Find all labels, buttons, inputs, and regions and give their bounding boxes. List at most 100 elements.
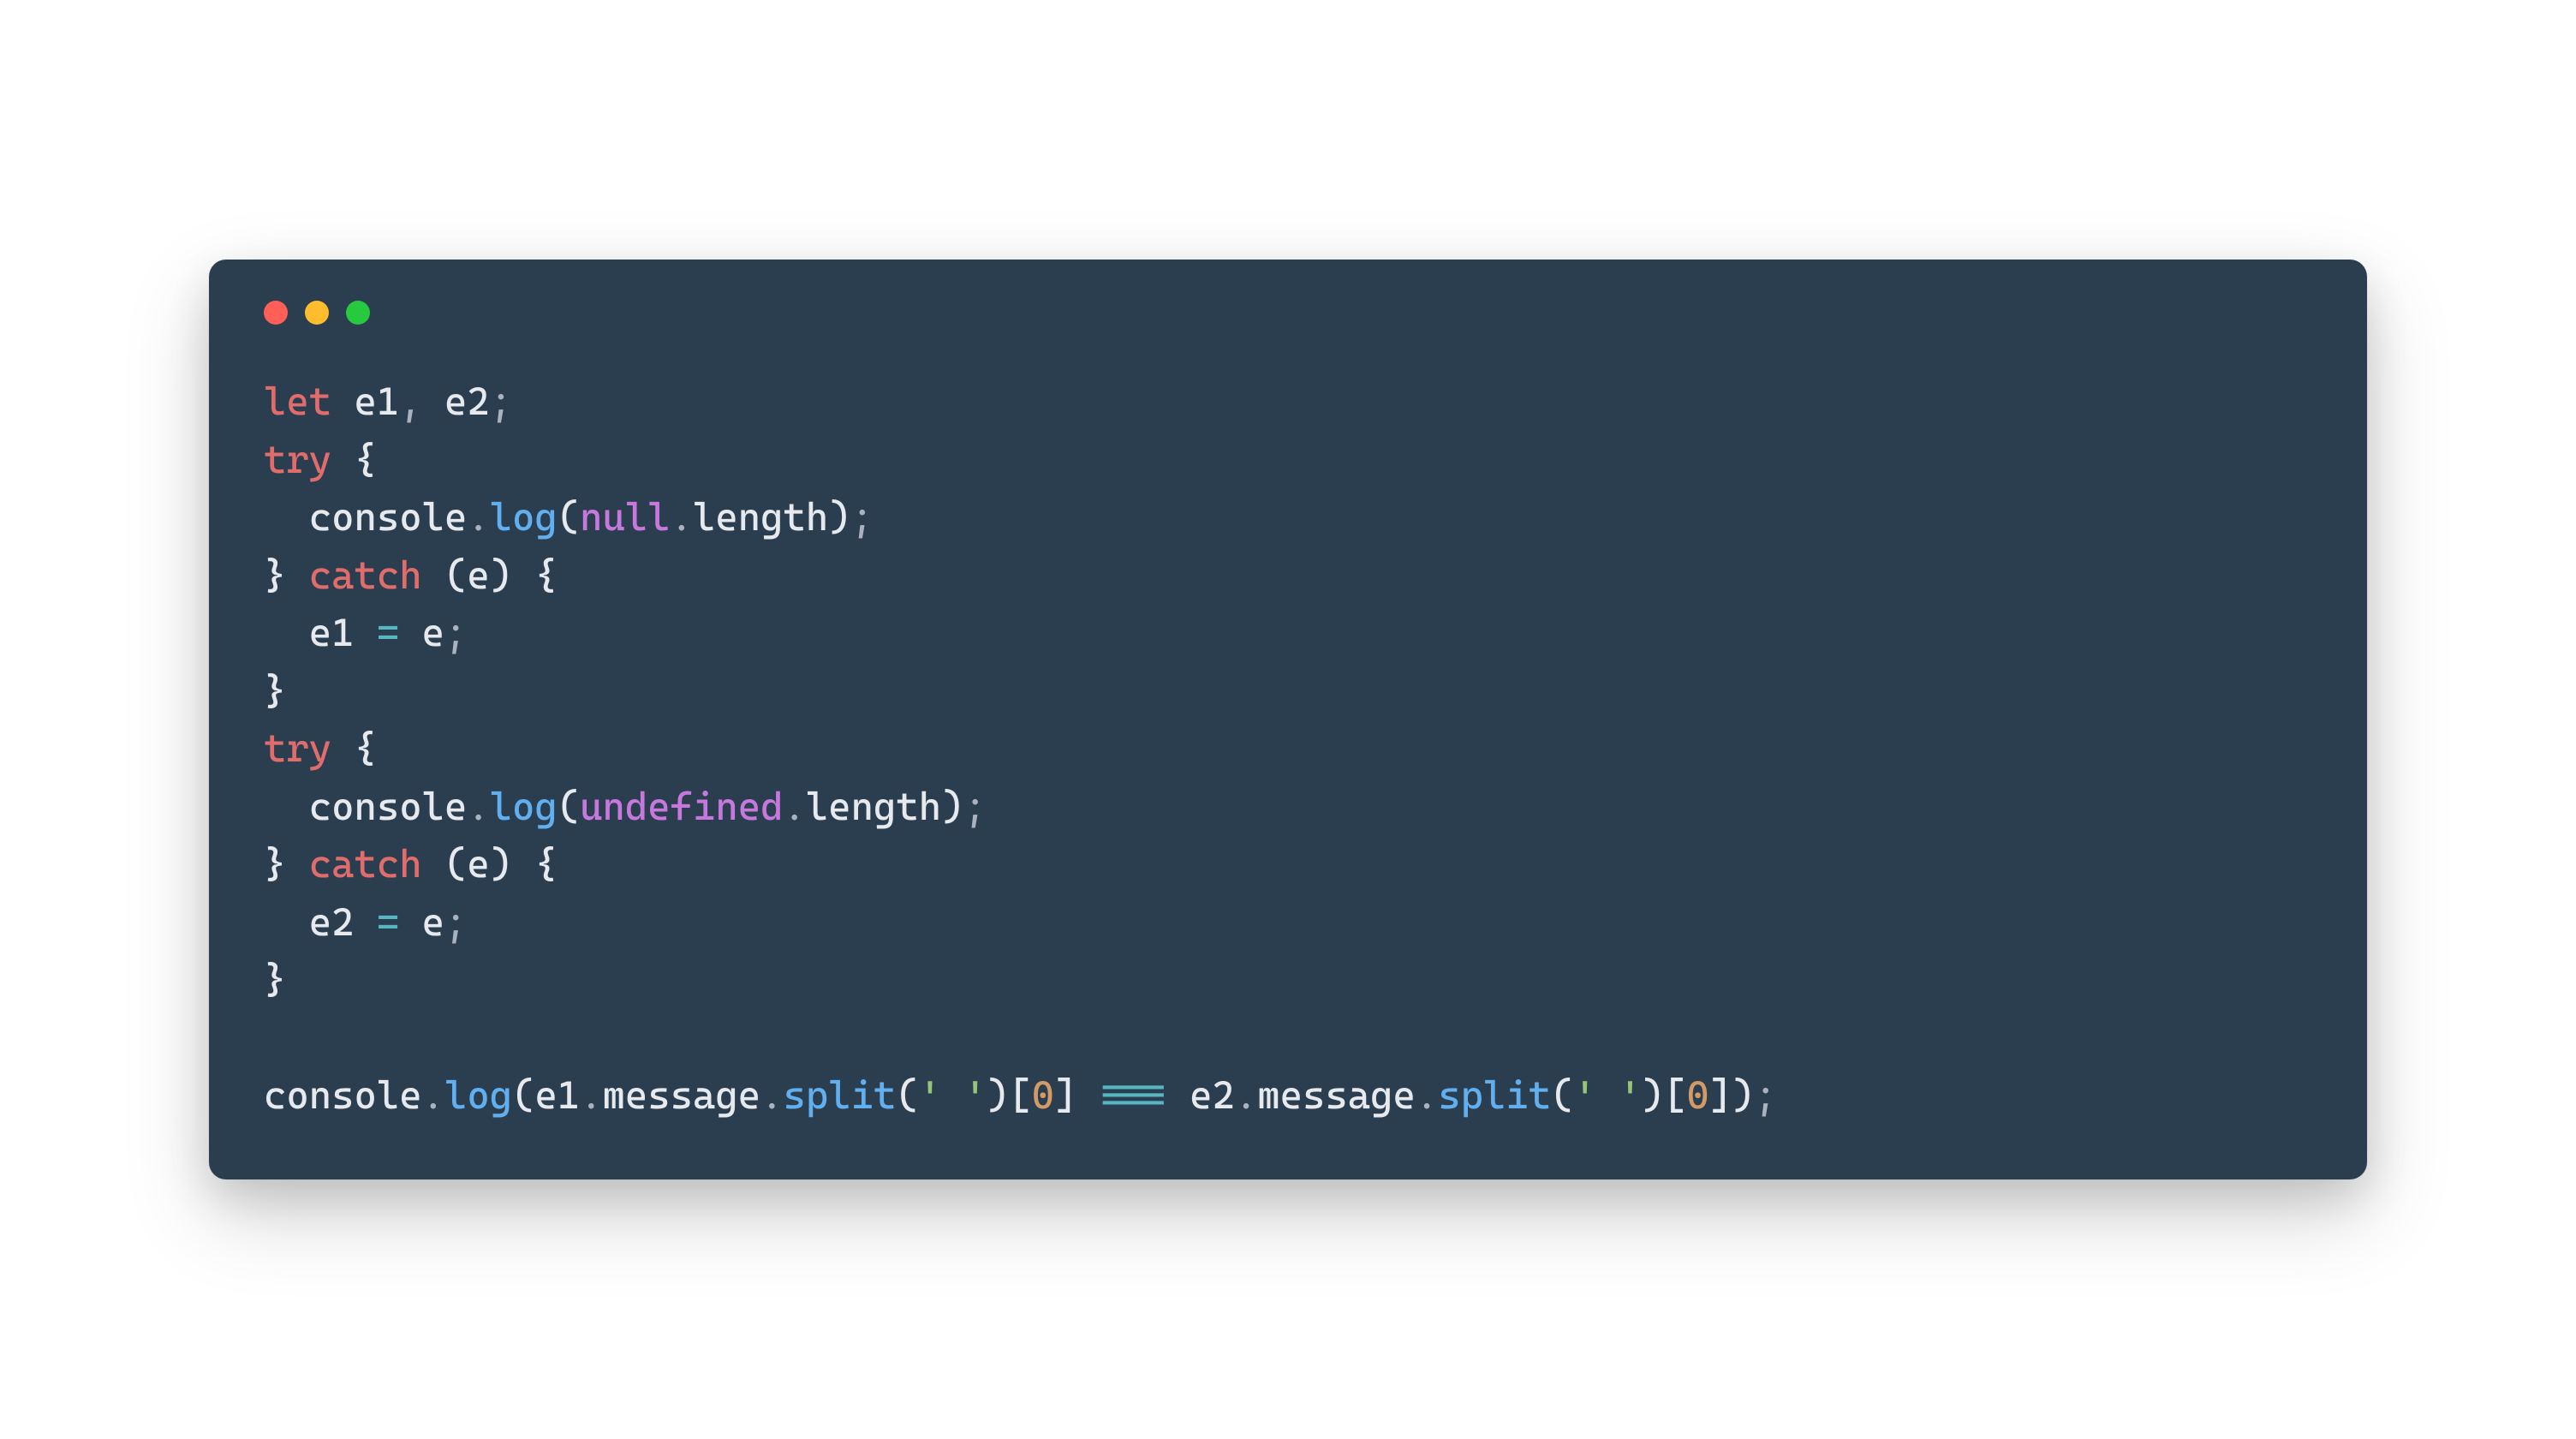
code-token: e1 — [534, 1072, 580, 1118]
code-token: split — [784, 1072, 897, 1118]
code-token: let — [264, 379, 331, 424]
code-token: catch — [309, 552, 422, 598]
code-token — [331, 437, 354, 482]
code-token: ) — [987, 1072, 1009, 1118]
code-line: console.log(e1.message.split(' ')[0] ===… — [264, 1072, 1777, 1118]
code-token: ; — [444, 610, 467, 655]
code-token: . — [1416, 1072, 1438, 1118]
code-token: } — [264, 841, 286, 887]
code-line: try { — [264, 437, 377, 482]
code-token: { — [534, 841, 557, 887]
code-line: } — [264, 668, 286, 714]
code-token: [ — [1664, 1072, 1686, 1118]
code-token: === — [1100, 1072, 1167, 1118]
code-token: ; — [444, 899, 467, 945]
code-token: ( — [512, 1072, 534, 1118]
code-token: e — [399, 899, 444, 945]
code-token: e — [467, 552, 489, 598]
code-token — [422, 552, 444, 598]
code-token: 0 — [1032, 1072, 1054, 1118]
code-token: message — [603, 1072, 761, 1118]
code-line: console.log(null.length); — [264, 494, 874, 540]
code-token: . — [467, 494, 489, 540]
code-token: ; — [490, 379, 512, 424]
code-token: { — [354, 725, 376, 771]
code-line: console.log(undefined.length); — [264, 784, 987, 829]
code-token: ) — [1732, 1072, 1754, 1118]
code-token: ] — [1054, 1072, 1076, 1118]
code-token: length — [693, 494, 828, 540]
code-token: ( — [1551, 1072, 1573, 1118]
code-token: { — [354, 437, 376, 482]
code-token: catch — [309, 841, 422, 887]
code-token: ( — [896, 1072, 918, 1118]
code-token: log — [490, 494, 558, 540]
code-token: . — [422, 1072, 444, 1118]
code-token: e2 — [1167, 1072, 1235, 1118]
code-token: } — [264, 552, 286, 598]
traffic-light-close-icon[interactable] — [264, 301, 288, 325]
code-line: e2 = e; — [264, 899, 467, 945]
code-token: try — [264, 437, 331, 482]
code-token: ( — [558, 784, 580, 829]
code-token: null — [580, 494, 670, 540]
code-token — [331, 725, 354, 771]
code-token: = — [377, 610, 399, 655]
code-token: ] — [1709, 1072, 1732, 1118]
code-token: ( — [444, 841, 467, 887]
code-line: } catch (e) { — [264, 552, 558, 598]
code-token: ( — [444, 552, 467, 598]
code-token: e — [399, 610, 444, 655]
code-line: } — [264, 957, 286, 1002]
code-token — [512, 841, 534, 887]
code-token: length — [806, 784, 941, 829]
code-line: e1 = e; — [264, 610, 467, 655]
stage: let e1, e2; try { console.log(null.lengt… — [209, 260, 2367, 1179]
code-line: try { — [264, 725, 377, 771]
code-token: } — [264, 668, 286, 714]
code-token: try — [264, 725, 331, 771]
traffic-light-minimize-icon[interactable] — [305, 301, 329, 325]
code-token: ' ' — [1573, 1072, 1641, 1118]
code-token: 0 — [1686, 1072, 1708, 1118]
code-token: e1 — [331, 379, 399, 424]
code-line: } catch (e) { — [264, 841, 558, 887]
code-window: let e1, e2; try { console.log(null.lengt… — [209, 260, 2367, 1179]
code-token: undefined — [580, 784, 783, 829]
code-token: , — [399, 379, 421, 424]
code-token: . — [783, 784, 805, 829]
code-token: message — [1257, 1072, 1416, 1118]
code-token: console — [264, 1072, 422, 1118]
code-token: . — [671, 494, 693, 540]
code-token — [286, 841, 308, 887]
window-titlebar — [264, 301, 2312, 325]
traffic-light-zoom-icon[interactable] — [346, 301, 370, 325]
code-token: console — [264, 494, 467, 540]
code-line: let e1, e2; — [264, 379, 512, 424]
code-token: ) — [941, 784, 963, 829]
code-token — [512, 552, 534, 598]
code-token: ) — [490, 552, 512, 598]
code-token: log — [444, 1072, 512, 1118]
code-token: . — [580, 1072, 602, 1118]
code-token: } — [264, 957, 286, 1002]
code-token: = — [377, 899, 399, 945]
code-token — [422, 841, 444, 887]
code-token: { — [534, 552, 557, 598]
code-token: ; — [1754, 1072, 1776, 1118]
code-token: ) — [828, 494, 850, 540]
code-token: e2 — [422, 379, 490, 424]
code-token: e1 — [264, 610, 377, 655]
code-token: console — [264, 784, 467, 829]
code-token: ) — [1642, 1072, 1664, 1118]
code-token: . — [1235, 1072, 1257, 1118]
code-token: . — [467, 784, 489, 829]
code-block: let e1, e2; try { console.log(null.lengt… — [264, 373, 2312, 1125]
code-token — [1076, 1072, 1099, 1118]
code-token: [ — [1009, 1072, 1031, 1118]
code-token: e2 — [264, 899, 377, 945]
code-token: ' ' — [919, 1072, 987, 1118]
code-token: e — [467, 841, 489, 887]
code-token: split — [1438, 1072, 1551, 1118]
code-token: log — [490, 784, 558, 829]
